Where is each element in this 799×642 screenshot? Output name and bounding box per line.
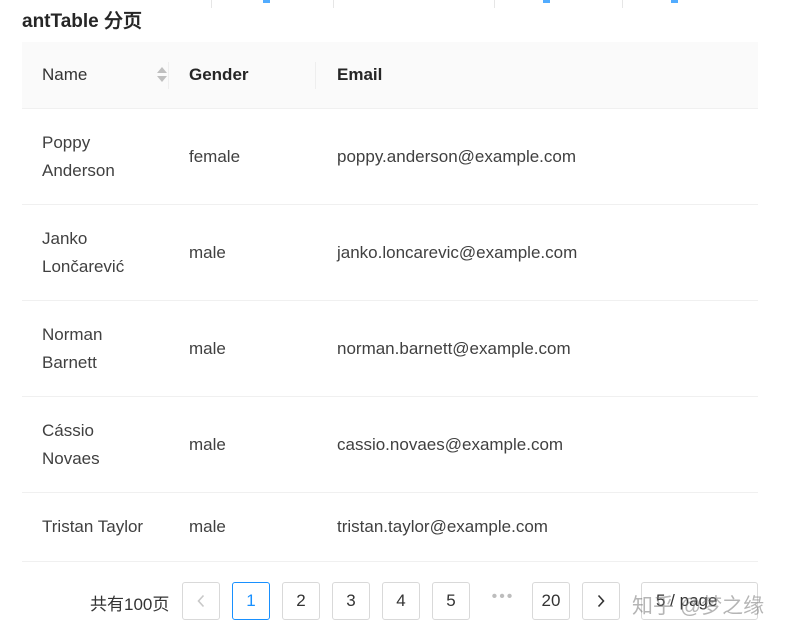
- column-header-gender: Gender: [189, 42, 249, 108]
- table-row: Cássio Novaes male cassio.novaes@example…: [22, 397, 758, 493]
- cell-name: Norman Barnett: [42, 324, 103, 372]
- pagination-total: 共有100页: [90, 595, 170, 614]
- column-header-name[interactable]: Name: [42, 42, 168, 108]
- page-size-select[interactable]: 5 / page: [641, 582, 758, 620]
- pagination: 共有100页 1 2 3 4 5 ••• 20 5 / page: [0, 580, 799, 624]
- column-divider: [168, 62, 169, 89]
- page-1-button[interactable]: 1: [232, 582, 270, 620]
- table-row: Janko Lončarević male janko.loncarevic@e…: [22, 205, 758, 301]
- chevron-right-icon: [597, 594, 605, 608]
- page-20-button[interactable]: 20: [532, 582, 570, 620]
- cell-gender: male: [189, 338, 226, 358]
- prev-page-button[interactable]: [182, 582, 220, 620]
- cell-name: Poppy Anderson: [42, 132, 115, 180]
- cell-email: tristan.taylor@example.com: [337, 517, 548, 536]
- cell-gender: male: [189, 517, 226, 536]
- table-row: Norman Barnett male norman.barnett@examp…: [22, 301, 758, 397]
- cell-gender: male: [189, 434, 226, 454]
- sort-caret-icon[interactable]: [157, 67, 167, 83]
- cell-email: norman.barnett@example.com: [337, 338, 571, 358]
- cell-email: janko.loncarevic@example.com: [337, 242, 578, 262]
- chevron-left-icon: [197, 594, 205, 608]
- column-header-label: Name: [42, 65, 88, 84]
- cell-name: Janko Lončarević: [42, 228, 125, 276]
- cell-name: Tristan Taylor: [42, 517, 144, 536]
- next-page-button[interactable]: [582, 582, 620, 620]
- cell-name: Cássio Novaes: [42, 420, 100, 468]
- cell-gender: male: [189, 242, 226, 262]
- data-table: Name Gender Email Poppy Anderson female …: [22, 42, 758, 562]
- column-header-label: Gender: [189, 65, 249, 84]
- page-4-button[interactable]: 4: [382, 582, 420, 620]
- column-header-label: Email: [337, 65, 383, 84]
- cell-email: poppy.anderson@example.com: [337, 146, 577, 166]
- jump-next-ellipsis[interactable]: •••: [488, 588, 518, 606]
- column-header-email: Email: [337, 42, 382, 108]
- page-2-button[interactable]: 2: [282, 582, 320, 620]
- page-5-button[interactable]: 5: [432, 582, 470, 620]
- table-header: Name Gender Email: [22, 42, 758, 109]
- cell-gender: female: [189, 146, 241, 166]
- cell-email: cassio.novaes@example.com: [337, 434, 564, 454]
- column-divider: [315, 62, 316, 89]
- table-row: Poppy Anderson female poppy.anderson@exa…: [22, 109, 758, 205]
- page-title: antTable 分页: [22, 11, 142, 32]
- table-row: Tristan Taylor male tristan.taylor@examp…: [22, 493, 758, 562]
- page-3-button[interactable]: 3: [332, 582, 370, 620]
